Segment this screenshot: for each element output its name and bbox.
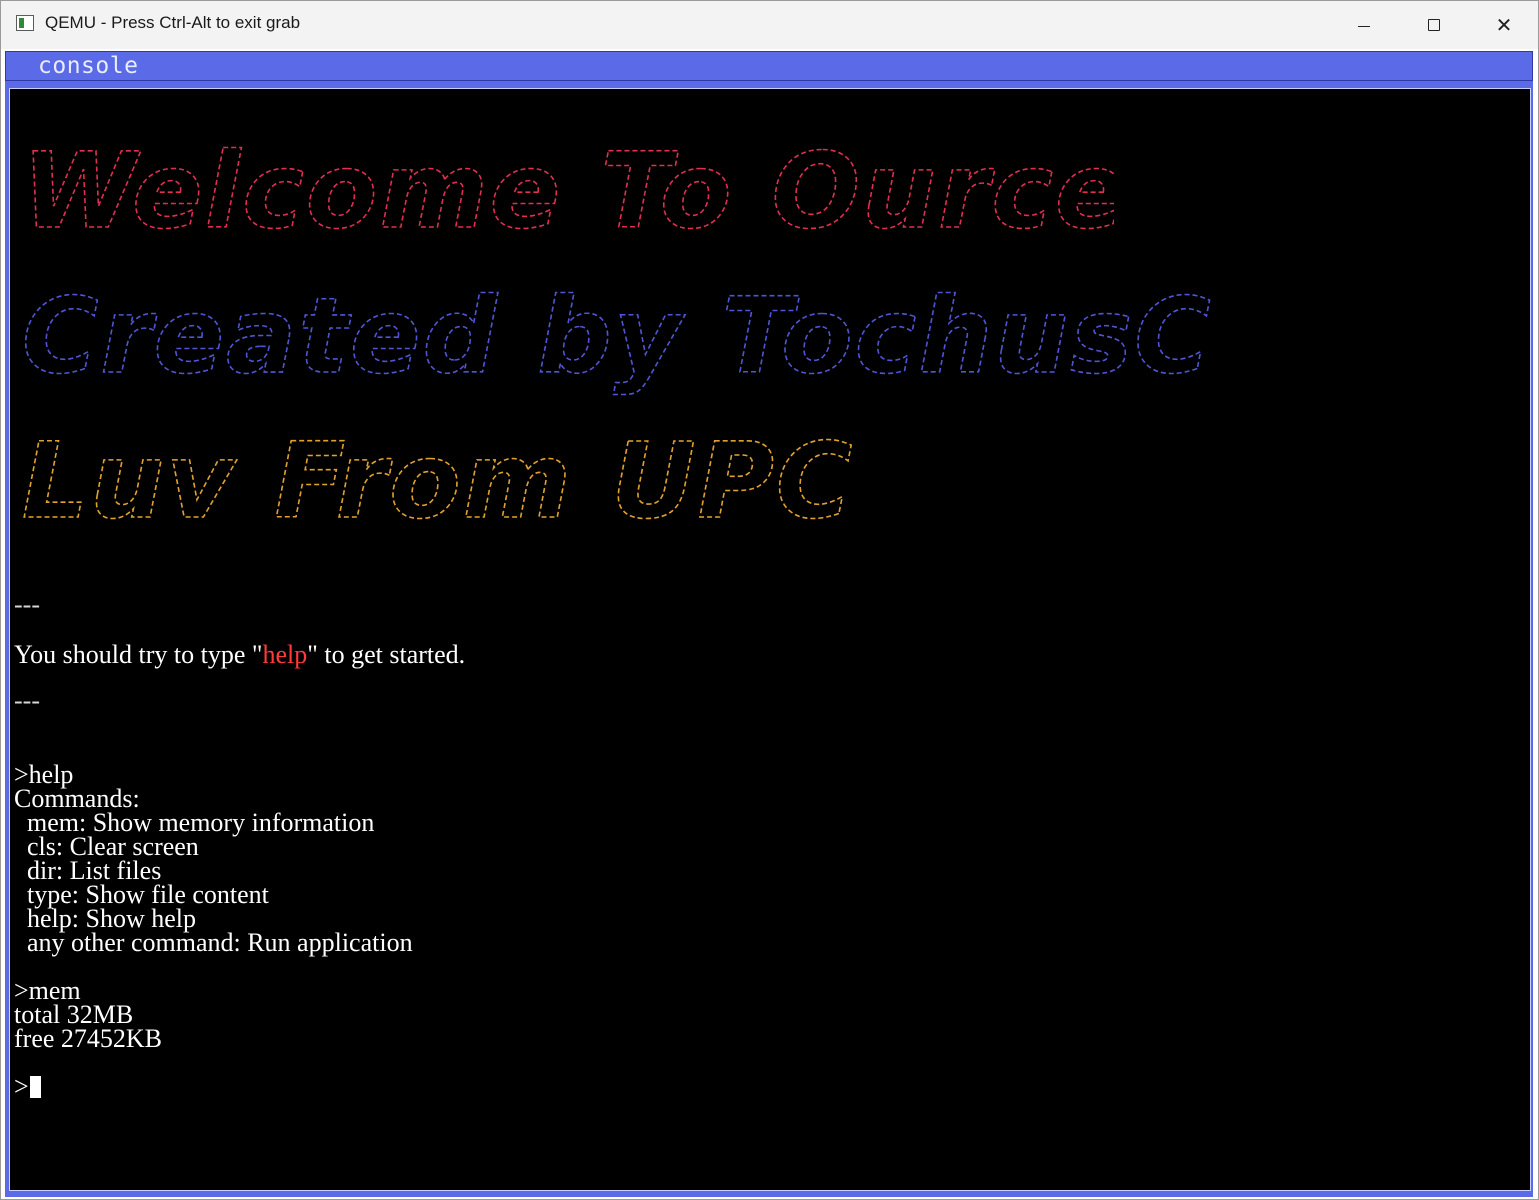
tab-console[interactable]: console: [38, 53, 138, 79]
banner-created-svg: Created by TochusC: [21, 274, 1213, 398]
maximize-button[interactable]: [1399, 1, 1469, 49]
window-title: QEMU - Press Ctrl-Alt to exit grab: [45, 13, 301, 32]
minimize-button[interactable]: [1329, 1, 1399, 49]
hint-suffix: " to get started.: [307, 640, 466, 669]
hint-line: You should try to type "help" to get sta…: [14, 640, 466, 669]
guest-screen[interactable]: Welcome To Ource Created by TochusC Luv …: [9, 88, 1531, 1191]
command-entry: any other command: Run application: [14, 928, 413, 957]
qemu-app-icon[interactable]: [16, 15, 34, 31]
tab-bar: console: [5, 51, 1533, 81]
banner-line-1: Welcome To Ource: [14, 127, 1126, 253]
banner-welcome-svg: Welcome To Ource: [21, 129, 1126, 253]
maximize-icon: [1428, 19, 1440, 31]
mem-free: free 27452KB: [14, 1024, 163, 1053]
banner-created-text: Created by TochusC: [22, 275, 1213, 397]
close-icon: ✕: [1495, 13, 1513, 37]
input-prompt[interactable]: >: [14, 1072, 41, 1101]
banner-line-3: Luv From UPC: [14, 417, 954, 543]
prompt-symbol: >: [14, 1072, 29, 1101]
banner-luv-svg: Luv From UPC: [21, 419, 854, 543]
close-button[interactable]: ✕: [1469, 1, 1539, 49]
banner-welcome-text: Welcome To Ource: [22, 130, 1114, 237]
hint-keyword: help: [262, 640, 308, 669]
banner-luv-text: Luv From UPC: [22, 420, 854, 532]
separator-top: ---: [14, 590, 40, 619]
minimize-icon: [1358, 25, 1370, 27]
qemu-window: QEMU - Press Ctrl-Alt to exit grab ✕ con…: [0, 0, 1539, 1200]
hint-prefix: You should try to type ": [14, 640, 263, 669]
title-bar[interactable]: QEMU - Press Ctrl-Alt to exit grab ✕: [1, 1, 1538, 49]
separator-bottom: ---: [14, 686, 40, 715]
text-cursor: [29, 1076, 41, 1098]
banner-line-2: Created by TochusC: [14, 272, 1244, 406]
